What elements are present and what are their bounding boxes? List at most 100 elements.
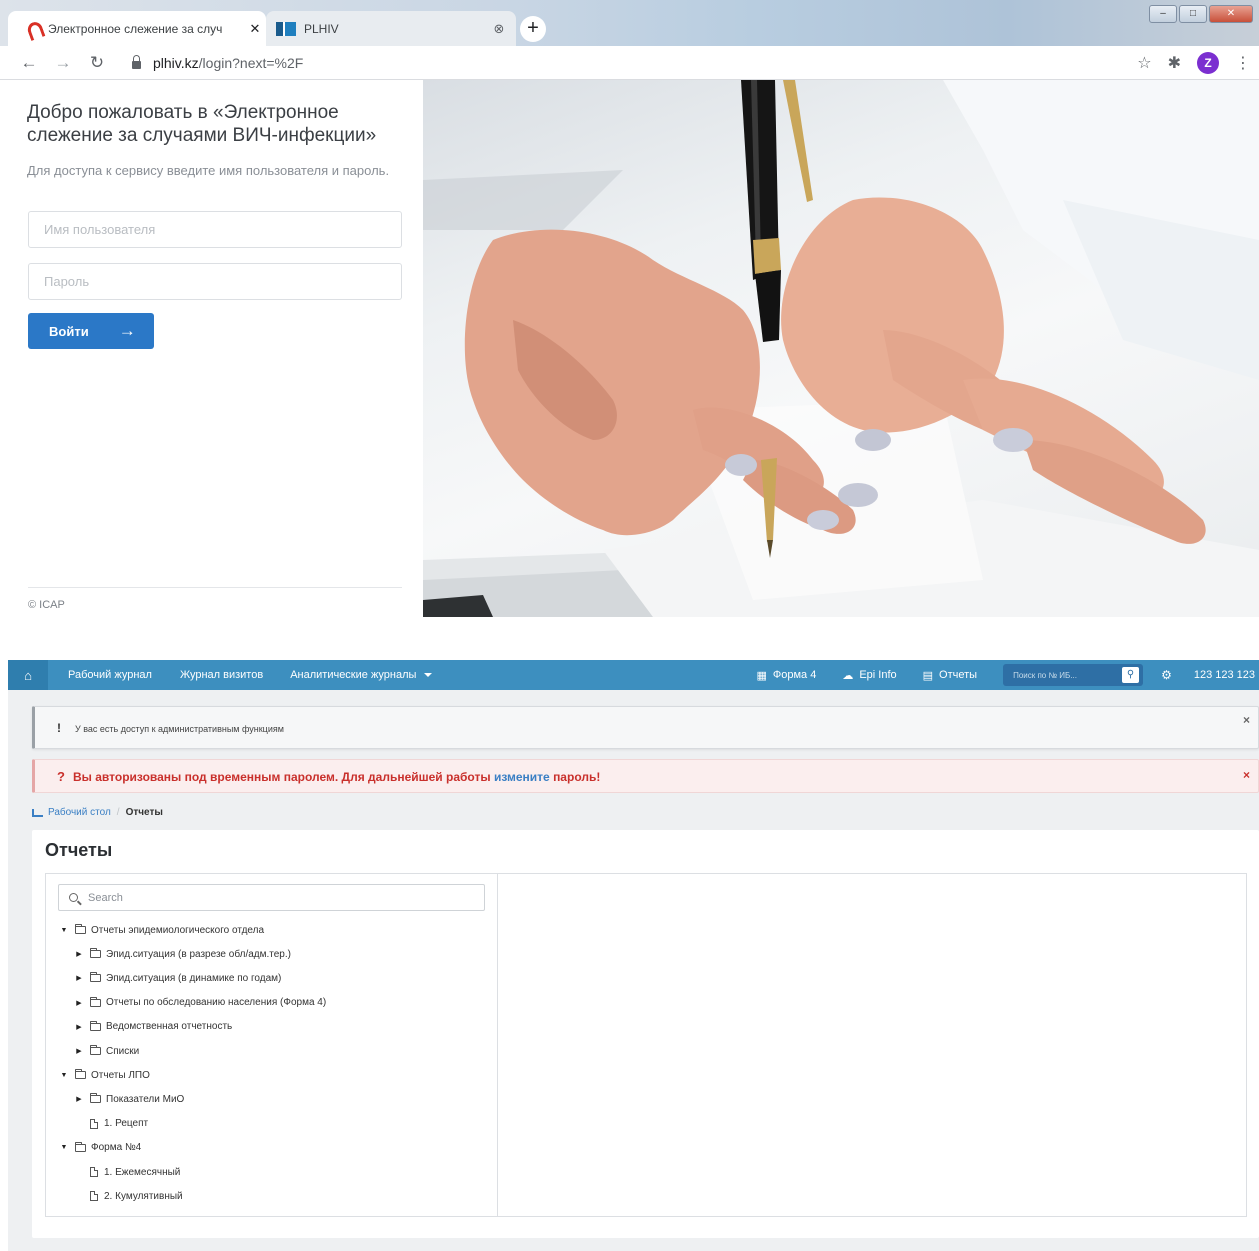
tab-pdf-document[interactable]: Электронное слежение за случ ✕: [8, 11, 266, 46]
tree-search-placeholder: Search: [88, 891, 123, 904]
change-password-link[interactable]: измените: [494, 770, 550, 784]
tree-node[interactable]: ▶ Эпид.ситуация (в динамике по годам): [74, 966, 281, 990]
forward-icon[interactable]: →: [50, 53, 76, 73]
footer-divider: [28, 587, 402, 588]
maximize-icon[interactable]: □: [1179, 5, 1207, 23]
hands-writing-photo: [423, 80, 1259, 617]
tree-node[interactable]: ▼ Форма №4: [59, 1136, 141, 1160]
caret-right-icon[interactable]: ▶: [74, 974, 84, 982]
username-field[interactable]: Имя пользователя: [28, 211, 402, 248]
tree-node-label: Отчеты эпидемиологического отдела: [91, 924, 265, 936]
case-search-input[interactable]: Поиск по № ИБ... ⚲: [1003, 664, 1144, 686]
tree-node[interactable]: 2. Кумулятивный: [74, 1184, 183, 1208]
password-field[interactable]: Пароль: [28, 263, 402, 300]
nav-epi-info[interactable]: ☁ Epi Info: [842, 669, 896, 682]
tab-label: Электронное слежение за случ: [48, 21, 223, 36]
caret-right-icon[interactable]: ▶: [74, 950, 84, 958]
close-icon[interactable]: ×: [1243, 768, 1250, 782]
welcome-heading: Добро пожаловать в «Электронное слежение…: [27, 102, 377, 146]
file-icon: [90, 1167, 98, 1177]
hands-writing-illustration: [423, 80, 1259, 617]
breadcrumb-current: Отчеты: [125, 807, 163, 818]
nav-reports[interactable]: ▤ Отчеты: [923, 669, 977, 682]
tree-node-label: 1. Ежемесячный: [104, 1166, 181, 1178]
calculator-icon: ▦: [756, 669, 767, 682]
back-icon[interactable]: ←: [16, 53, 42, 73]
extensions-puzzle-icon[interactable]: ✱: [1168, 53, 1181, 73]
breadcrumb-home[interactable]: Рабочий стол: [48, 807, 111, 818]
login-instructions: Для доступа к сервису введите имя пользо…: [27, 163, 390, 178]
caret-down-icon[interactable]: ▼: [59, 1144, 69, 1151]
arrow-right-icon: →: [118, 321, 136, 340]
search-icon: [69, 893, 78, 902]
caret-down-icon: [424, 673, 433, 678]
tree-node[interactable]: 1. Рецепт: [74, 1112, 148, 1136]
temp-password-alert: ? Вы авторизованы под временным паролем.…: [32, 759, 1259, 793]
nav-work-journal[interactable]: Рабочий журнал: [68, 669, 152, 681]
tree-node[interactable]: ▶ Ведомственная отчетность: [74, 1015, 232, 1039]
tab-label: PLHIV: [304, 21, 339, 36]
minimize-icon[interactable]: –: [1149, 5, 1177, 23]
caret-down-icon[interactable]: ▼: [59, 927, 69, 934]
lock-icon: [132, 54, 141, 69]
nav-reports-label: Отчеты: [939, 669, 978, 681]
tab-plhiv[interactable]: PLHIV ⊗: [266, 11, 516, 46]
tree-node[interactable]: 1. Ежемесячный: [74, 1160, 180, 1184]
caret-right-icon[interactable]: ▶: [74, 1095, 84, 1103]
tree-node[interactable]: ▶ Показатели МиО: [74, 1087, 184, 1111]
document-icon: ▤: [922, 669, 934, 682]
menu-dots-icon[interactable]: ⋮: [1235, 53, 1251, 73]
window-close-icon[interactable]: ✕: [1209, 5, 1253, 23]
bookmark-star-icon[interactable]: ☆: [1137, 53, 1151, 73]
folder-icon: [75, 1069, 86, 1080]
plhiv-favicon: [276, 21, 296, 36]
caret-right-icon[interactable]: ▶: [74, 999, 84, 1007]
settings-cogs-icon[interactable]: ⚙: [1161, 668, 1172, 682]
question-icon: ?: [57, 769, 65, 784]
tree-node[interactable]: ▼ Отчеты ЛПО: [59, 1063, 150, 1087]
home-icon[interactable]: ⌂: [8, 660, 48, 690]
folder-icon: [90, 1045, 101, 1055]
tree-node-label: Отчеты ЛПО: [91, 1069, 150, 1081]
user-menu[interactable]: 123 123 123: [1194, 669, 1255, 681]
folder-icon: [90, 1020, 101, 1031]
tree-node[interactable]: ▶ Эпид.ситуация (в разрезе обл/адм.тер.): [74, 942, 291, 966]
breadcrumb-separator: /: [116, 807, 120, 818]
window-controls: – □ ✕: [1149, 5, 1253, 23]
tree-node[interactable]: ▶ Списки: [74, 1039, 139, 1063]
tree-search-input[interactable]: Search: [58, 884, 485, 911]
folder-icon: [90, 972, 101, 983]
login-page: Добро пожаловать в «Электронное слежение…: [0, 80, 1259, 617]
profile-avatar[interactable]: Z: [1197, 52, 1219, 74]
admin-access-text: У вас есть доступ к административным фун…: [75, 724, 284, 734]
caret-right-icon[interactable]: ▶: [74, 1023, 84, 1031]
folder-icon: [75, 1141, 86, 1152]
login-button[interactable]: Войти →: [28, 313, 154, 349]
reports-app: ⌂ Рабочий журнал Журнал визитов Аналитич…: [8, 660, 1259, 1251]
caret-down-icon[interactable]: ▼: [59, 1072, 69, 1079]
nav-visits-journal[interactable]: Журнал визитов: [180, 669, 263, 681]
reload-icon[interactable]: ↻: [84, 53, 110, 73]
tree-node-label: Показатели МиО: [106, 1093, 185, 1105]
tree-node[interactable]: ▶ Отчеты по обследованию населения (Форма…: [74, 991, 326, 1015]
file-icon: [90, 1191, 98, 1202]
caret-right-icon[interactable]: ▶: [74, 1047, 84, 1055]
address-bar[interactable]: plhiv.kz/login?next=%2F: [118, 54, 303, 71]
tree-node-label: Списки: [106, 1045, 140, 1057]
browser-chrome: Электронное слежение за случ ✕ PLHIV ⊗ +…: [0, 0, 1259, 80]
login-panel: Добро пожаловать в «Электронное слежение…: [0, 80, 423, 617]
close-icon[interactable]: ×: [1243, 713, 1250, 727]
chart-area-icon: [32, 808, 43, 817]
search-icon[interactable]: ⚲: [1122, 667, 1140, 683]
tree-node-label: Ведомственная отчетность: [106, 1021, 233, 1033]
tab-close-icon[interactable]: ⊗: [488, 21, 510, 37]
folder-icon: [90, 1093, 101, 1104]
pdf-icon: [26, 22, 40, 36]
new-tab-button[interactable]: +: [520, 16, 546, 42]
breadcrumb: Рабочий стол / Отчеты: [32, 807, 163, 818]
cloud-icon: ☁: [842, 669, 854, 682]
nav-analytics-dropdown[interactable]: Аналитические журналы: [290, 669, 433, 681]
tree-node[interactable]: ▼ Отчеты эпидемиологического отдела: [59, 918, 264, 942]
tab-close-icon[interactable]: ✕: [244, 21, 266, 37]
nav-forma4[interactable]: ▦ Форма 4: [756, 669, 816, 682]
